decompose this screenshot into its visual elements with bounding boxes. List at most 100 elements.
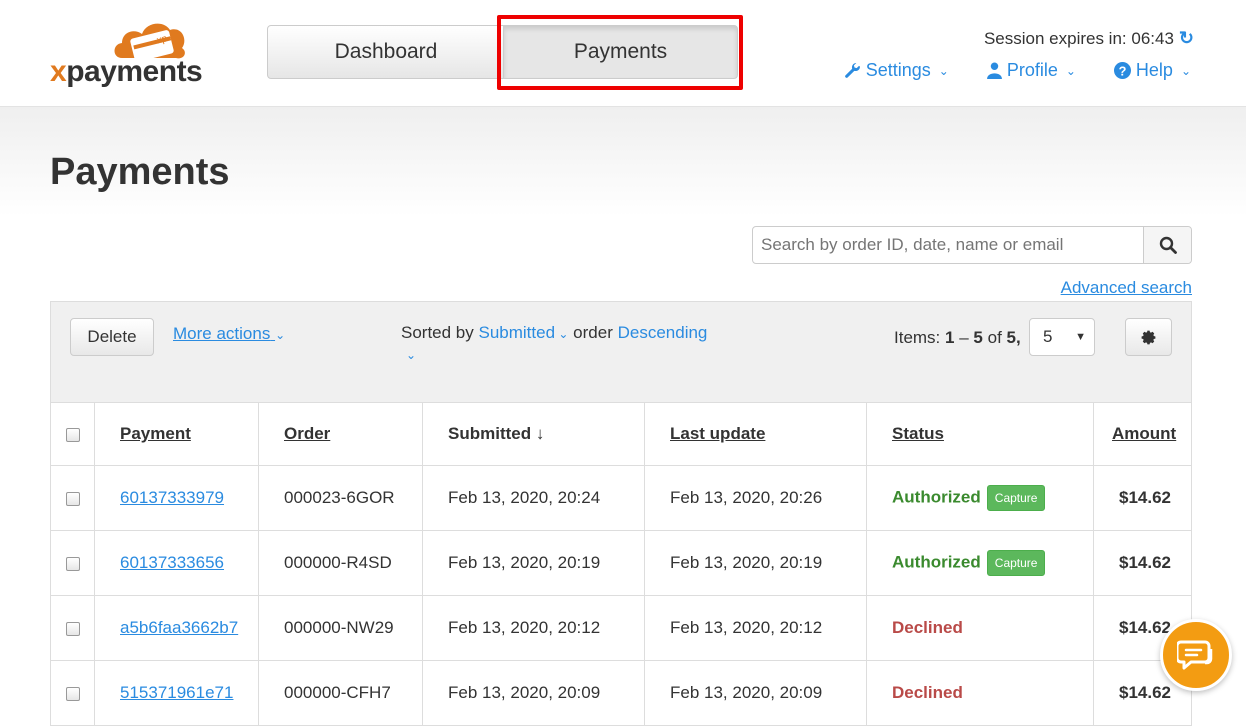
amount: $14.62 — [1093, 530, 1192, 596]
profile-label: Profile — [1006, 60, 1058, 80]
payment-id-link[interactable]: 60137333979 — [120, 488, 224, 507]
sort-field-dropdown[interactable]: Submitted — [479, 323, 556, 342]
last-update-date: Feb 13, 2020, 20:09 — [644, 660, 867, 726]
payment-id-link[interactable]: 515371961e71 — [120, 683, 233, 702]
header-menus: Settings ⌄ Profile ⌄ ? Help ⌄ — [844, 60, 1191, 81]
highlight-box — [497, 15, 743, 90]
items-to: 5 — [973, 328, 983, 347]
status-badge: Authorized — [892, 552, 981, 572]
row-checkbox[interactable] — [65, 621, 80, 636]
row-select-cell — [50, 660, 95, 726]
submitted-date: Feb 13, 2020, 20:24 — [422, 465, 645, 531]
amount: $14.62 — [1093, 465, 1192, 531]
order-id: 000023-6GOR — [258, 465, 423, 531]
chat-widget-button[interactable] — [1160, 619, 1232, 691]
row-checkbox[interactable] — [65, 491, 80, 506]
search-input[interactable] — [753, 227, 1143, 263]
col-order[interactable]: Order — [258, 402, 423, 466]
items-counter: Items: 1 – 5 of 5, — [894, 328, 1021, 347]
last-update-date: Feb 13, 2020, 20:19 — [644, 530, 867, 596]
submitted-date: Feb 13, 2020, 20:19 — [422, 530, 645, 596]
chevron-down-icon[interactable]: ⌄ — [406, 348, 416, 362]
order-label: order — [573, 323, 613, 342]
settings-label: Settings — [865, 60, 931, 80]
help-label: Help — [1135, 60, 1173, 80]
col-amount[interactable]: Amount — [1093, 402, 1192, 466]
select-all-checkbox[interactable] — [65, 427, 80, 442]
main-content: Payments Advanced search Delete More act… — [0, 107, 1246, 726]
search-icon — [1159, 236, 1177, 254]
table-row: 60137333979 000023-6GOR Feb 13, 2020, 20… — [50, 465, 1192, 531]
caret-down-icon: ▼ — [1075, 331, 1086, 343]
profile-menu[interactable]: Profile ⌄ — [986, 60, 1076, 81]
settings-gear-button[interactable] — [1125, 318, 1172, 356]
submitted-date: Feb 13, 2020, 20:12 — [422, 595, 645, 661]
last-update-date: Feb 13, 2020, 20:12 — [644, 595, 867, 661]
row-select-cell — [50, 595, 95, 661]
table-row: a5b6faa3662b7 000000-NW29 Feb 13, 2020, … — [50, 595, 1192, 661]
col-last-update[interactable]: Last update — [644, 402, 867, 466]
sort-order-dropdown[interactable]: Descending — [618, 323, 708, 342]
advanced-search-link[interactable]: Advanced search — [1061, 278, 1192, 298]
col-status[interactable]: Status — [866, 402, 1094, 466]
items-total: 5, — [1006, 328, 1021, 347]
order-id: 000000-R4SD — [258, 530, 423, 596]
wrench-icon — [844, 63, 860, 78]
status-cell: Authorized Capture — [866, 530, 1094, 596]
col-submitted[interactable]: Submitted ↓ — [422, 402, 645, 466]
chevron-down-icon: ⌄ — [1180, 63, 1191, 78]
help-menu[interactable]: ? Help ⌄ — [1113, 60, 1191, 81]
table-row: 515371961e71 000000-CFH7 Feb 13, 2020, 2… — [50, 660, 1192, 726]
chevron-down-icon: ⌄ — [555, 327, 569, 341]
payments-table: Payment Order Submitted ↓ Last update St… — [50, 402, 1192, 726]
xpayments-logo[interactable]: xp xpayments — [50, 18, 220, 90]
row-checkbox[interactable] — [65, 556, 80, 571]
status-cell: Declined — [866, 595, 1094, 661]
list-toolbar: Delete More actions ⌄ Sorted by Submitte… — [50, 301, 1192, 403]
order-id: 000000-NW29 — [258, 595, 423, 661]
last-update-date: Feb 13, 2020, 20:26 — [644, 465, 867, 531]
chevron-down-icon: ⌄ — [275, 328, 286, 342]
gear-icon — [1141, 330, 1156, 344]
sort-controls: Sorted by Submitted ⌄ order Descending — [401, 323, 707, 343]
table-header-row: Payment Order Submitted ↓ Last update St… — [50, 402, 1192, 466]
per-page-value: 5 — [1043, 327, 1053, 346]
select-all-cell — [50, 402, 95, 466]
refresh-icon[interactable]: ↻ — [1179, 28, 1194, 49]
chat-bubble-icon — [1177, 640, 1213, 670]
status-badge: Declined — [892, 683, 963, 702]
col-payment[interactable]: Payment — [94, 402, 259, 466]
row-select-cell — [50, 465, 95, 531]
per-page-select[interactable]: 5 ▼ — [1029, 318, 1095, 356]
chevron-down-icon: ⌄ — [938, 63, 949, 78]
delete-button[interactable]: Delete — [70, 318, 154, 356]
user-icon — [986, 62, 1002, 79]
chevron-down-icon: ⌄ — [1065, 63, 1076, 78]
tab-dashboard[interactable]: Dashboard — [267, 25, 505, 79]
row-checkbox[interactable] — [65, 686, 80, 701]
more-actions-link[interactable]: More actions ⌄ — [173, 324, 285, 344]
status-cell: Declined — [866, 660, 1094, 726]
search-box — [752, 226, 1192, 264]
table-row: 60137333656 000000-R4SD Feb 13, 2020, 20… — [50, 530, 1192, 596]
status-badge: Authorized — [892, 487, 981, 507]
page-title: Payments — [50, 151, 230, 193]
payment-id-link[interactable]: 60137333656 — [120, 553, 224, 572]
status-badge: Declined — [892, 618, 963, 637]
payment-id-link[interactable]: a5b6faa3662b7 — [120, 618, 238, 637]
search-button[interactable] — [1143, 227, 1191, 263]
payment-id-cell: 60137333656 — [94, 530, 259, 596]
items-of: of — [987, 328, 1002, 347]
top-bar: xp xpayments Dashboard Payments Session … — [0, 0, 1246, 107]
items-label: Items: — [894, 328, 941, 347]
submitted-date: Feb 13, 2020, 20:09 — [422, 660, 645, 726]
capture-button[interactable]: Capture — [986, 485, 1046, 511]
more-actions-label: More actions — [173, 324, 271, 343]
settings-menu[interactable]: Settings ⌄ — [844, 60, 949, 81]
logo-text: xpayments — [50, 55, 203, 88]
order-id: 000000-CFH7 — [258, 660, 423, 726]
session-label: Session expires in: 06:43 — [983, 28, 1174, 48]
capture-button[interactable]: Capture — [986, 550, 1046, 576]
session-timer: Session expires in: 06:43 ↻ — [984, 28, 1194, 49]
status-cell: Authorized Capture — [866, 465, 1094, 531]
